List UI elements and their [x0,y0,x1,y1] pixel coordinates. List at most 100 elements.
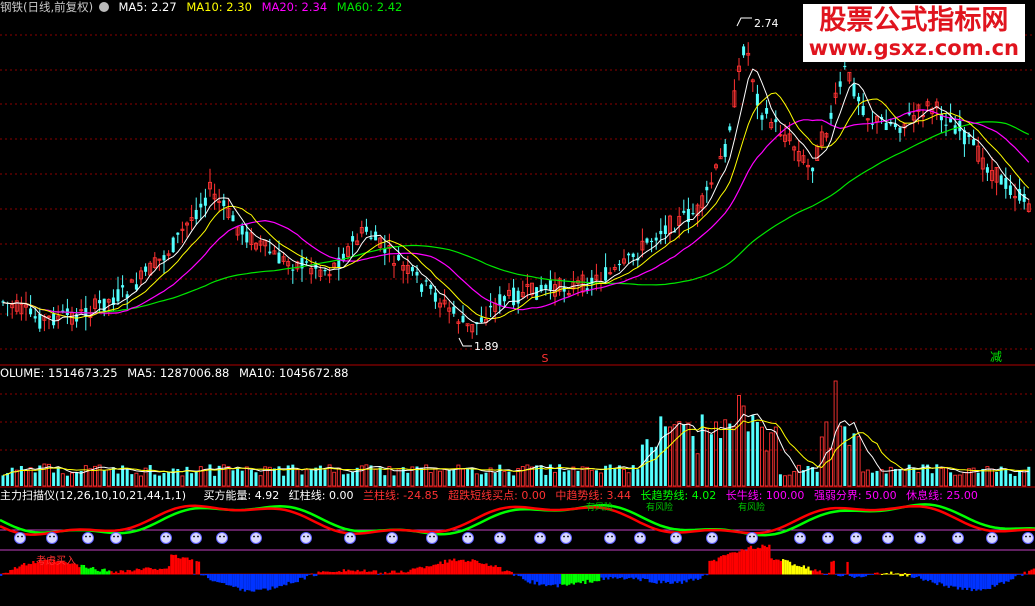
candle-body [631,253,635,257]
indicator-histogram-bar [956,574,960,590]
indicator-histogram-bar [501,571,504,575]
buy-consider-label: 考虑买入 [36,555,76,567]
indicator-histogram-bar [13,567,17,575]
indicator-histogram-bar [609,574,612,577]
indicator-histogram-bar [733,552,736,575]
volume-bar [737,394,741,487]
indicator-histogram-bar [899,574,902,577]
indicator-histogram-bar [172,555,175,575]
status-face-icon [641,535,643,538]
indicator-histogram-bar [161,568,164,575]
indicator-histogram-bar [317,571,320,575]
indicator-histogram-bar [565,574,569,586]
indicator-histogram-bar [211,574,214,582]
status-face-icon [952,532,964,544]
indicator-histogram-bar [27,563,30,575]
indicator-histogram-bar [752,548,755,575]
candle-body [985,167,989,173]
volume-bar [332,471,337,487]
candle-body [240,225,244,235]
indicator-histogram-bar [296,574,299,583]
candle-body [852,83,856,97]
indicator-panel[interactable]: 考虑买入 有风险 有风险 有风险 主力扫描仪(12,26,10,10,21,44,1,… [0,488,1035,606]
indicator-histogram-bar [94,569,97,575]
indicator-histogram-bar [653,574,656,583]
indicator-histogram-bar [299,574,302,578]
indicator-histogram-bar [814,569,817,575]
candle-body [420,284,424,292]
price-chart-panel[interactable]: 2.74 1.89 S 减 钢铁(日线,前复权) MA5: 2.27 MA10: 2.… [0,0,1035,366]
indicator-histogram-bar [138,569,141,575]
indicator-histogram-bar [319,572,322,575]
status-face-icon [386,532,398,544]
volume-bar [682,424,686,486]
volume-bar [346,473,350,486]
candle-body [705,186,709,191]
volume-bar [47,463,51,487]
long-bull-value: 长牛线: 100.00 [725,489,805,502]
volume-bar [691,436,695,486]
volume-chart[interactable] [0,366,1035,488]
settings-gear-icon[interactable] [98,2,109,12]
indicator-histogram-bar [802,565,805,575]
indicator-histogram-bar [397,572,401,575]
indicator-histogram-bar [308,574,311,575]
indicator-histogram-bar [6,572,10,575]
indicator-histogram-bar [851,574,854,577]
brand-watermark: 股票公式指标网 www.gsxz.com.cn [802,4,1025,62]
candle-body [944,124,948,126]
candle-body [843,65,847,68]
indicator-histogram-bar [786,560,789,575]
volume-bar [236,468,240,486]
indicator-chart[interactable]: 考虑买入有风险 有风险 有风险 [0,488,1035,606]
indicator-histogram-bar [805,568,808,575]
indicator-histogram-bar [246,574,249,591]
indicator-histogram-bar [78,567,81,575]
indicator-histogram-bar [80,564,83,575]
indicator-histogram-bar [667,574,670,583]
indicator-histogram-bar [517,574,520,576]
vol-ma5-value: MA5: 1287006.88 [127,366,230,380]
status-face-icon [351,535,353,538]
indicator-histogram-bar [213,574,217,582]
indicator-histogram-bar [471,559,474,575]
indicator-histogram-bar [278,574,281,586]
status-face-icon [250,532,262,544]
candle-body [410,267,414,272]
volume-bar [898,469,902,486]
indicator-histogram-bar [549,574,552,586]
candle-body [489,305,493,308]
status-face-icon [709,535,711,538]
volume-bar [83,465,88,487]
status-face-icon [1029,535,1031,538]
indicator-histogram-bar [563,574,566,585]
indicator-histogram-bar [570,574,573,584]
candle-body [1004,178,1008,189]
price-header: 钢铁(日线,前复权) MA5: 2.27 MA10: 2.30 MA20: 2.… [0,0,408,15]
candle-body [650,240,654,243]
volume-bar [811,467,815,486]
status-face-icon [1025,535,1027,538]
volume-bar [815,471,819,486]
indicator-histogram-bar [531,574,534,581]
indicator-histogram-bar [163,568,166,575]
indicator-histogram-bar [407,571,410,575]
indicator-histogram-bar [545,574,548,587]
candle-body [305,261,309,263]
indicator-histogram-bar [273,574,276,589]
indicator-histogram-bar [149,568,152,575]
indicator-histogram-bar [607,574,610,580]
volume-bar [244,466,249,487]
indicator-histogram-bar [1023,571,1026,575]
volume-bar [949,472,953,486]
indicator-histogram-bar [917,574,920,577]
indicator-histogram-bar [282,574,286,585]
volume-panel[interactable]: OLUME: 1514673.25 MA5: 1287006.88 MA10: … [0,366,1035,488]
indicator-histogram-bar [356,569,359,575]
indicator-histogram-bar [395,572,398,575]
status-face-icon [167,535,169,538]
volume-bar [309,468,313,486]
vol-ma10-value: MA10: 1045672.88 [239,366,349,380]
indicator-histogram-bar [979,574,983,591]
indicator-histogram-bar [381,574,385,575]
